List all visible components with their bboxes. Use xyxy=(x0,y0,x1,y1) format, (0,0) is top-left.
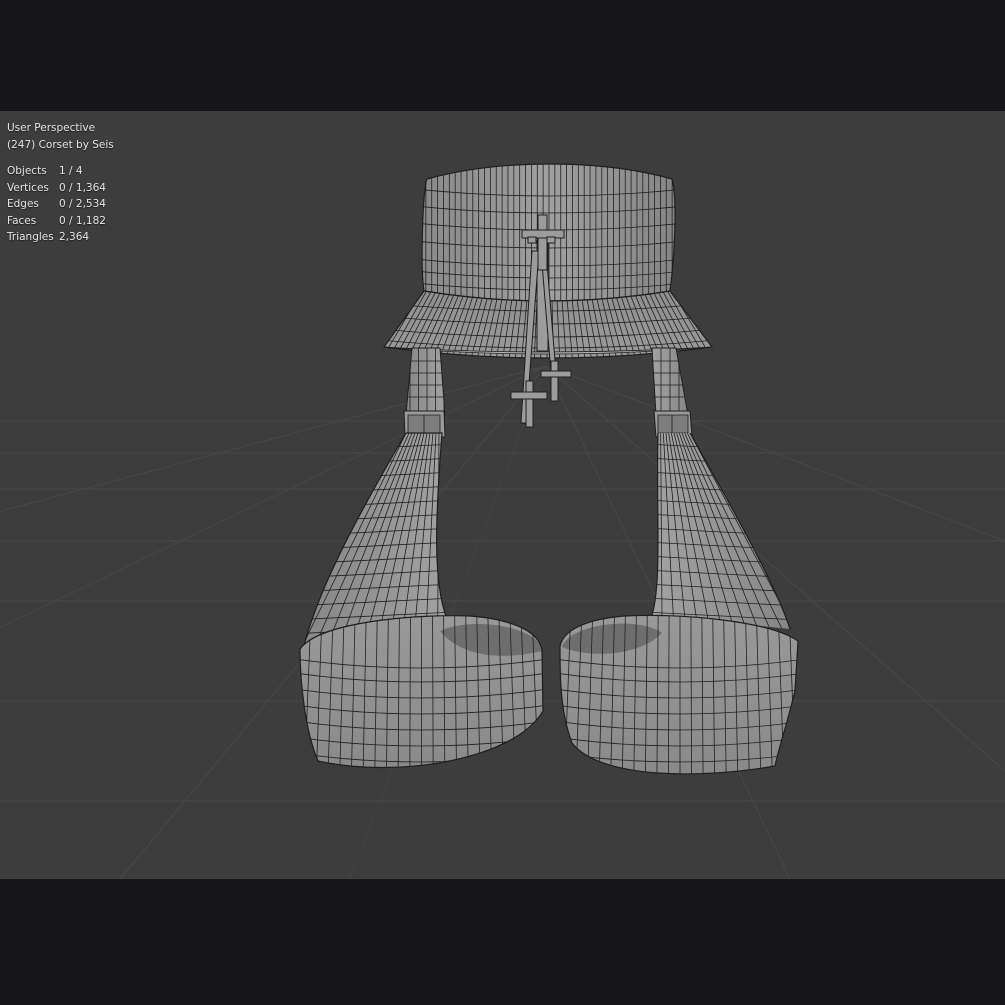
lower-strap-right[interactable] xyxy=(645,432,800,634)
scene-canvas[interactable] xyxy=(0,111,1005,879)
cup-right[interactable] xyxy=(553,611,807,781)
stat-objects: Objects 1 / 4 xyxy=(7,165,83,177)
strap-left[interactable] xyxy=(400,347,450,438)
3d-viewport[interactable]: User Perspective (247) Corset by Seis Ob… xyxy=(0,111,1005,879)
stat-triangles: Triangles 2,364 xyxy=(7,231,90,243)
view-name-label: User Perspective xyxy=(7,122,96,134)
viewport-info-overlay: User Perspective (247) Corset by Seis Ob… xyxy=(7,120,114,246)
stat-edges: Edges 0 / 2,534 xyxy=(7,198,106,210)
scene-statistics: Objects 1 / 4 Vertices 0 / 1,364 Edges 0 / … xyxy=(7,163,114,246)
strap-right[interactable] xyxy=(645,347,695,438)
letterbox-top xyxy=(0,0,1005,111)
stat-vertices: Vertices 0 / 1,364 xyxy=(7,181,106,194)
letterbox-bottom xyxy=(0,879,1005,1005)
cup-left[interactable] xyxy=(293,611,551,781)
stat-faces: Faces 0 / 1,182 xyxy=(7,214,106,227)
object-info-label: (247) Corset by Seis xyxy=(7,138,114,151)
